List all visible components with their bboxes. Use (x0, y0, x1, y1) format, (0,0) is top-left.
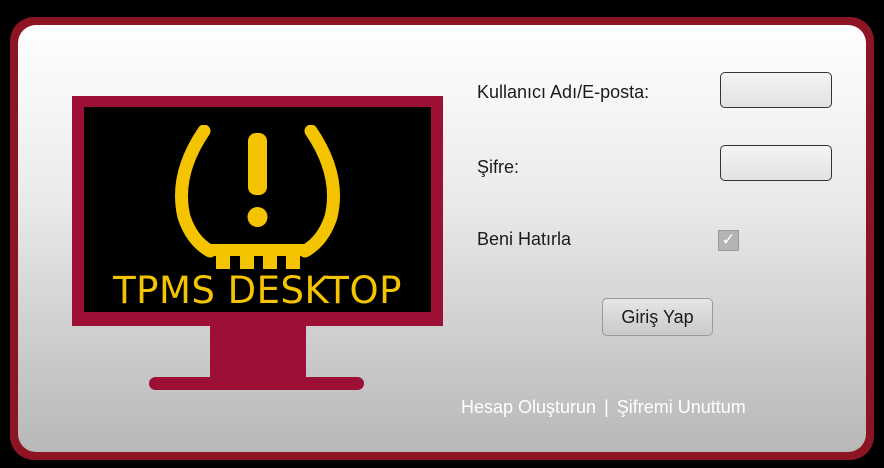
checkmark-icon: ✓ (721, 230, 736, 250)
monitor-stand-base (149, 377, 364, 390)
footer-links: Hesap Oluşturun | Şifremi Unuttum (461, 397, 746, 418)
login-window: TPMS DESKTOP Kullanıcı Adı/E-posta: Şifr… (10, 17, 874, 460)
create-account-link[interactable]: Hesap Oluşturun (461, 397, 596, 417)
password-input[interactable] (720, 145, 832, 181)
username-input[interactable] (720, 72, 832, 108)
login-button[interactable]: Giriş Yap (602, 298, 713, 336)
username-label: Kullanıcı Adı/E-posta: (477, 82, 650, 102)
monitor-screen: TPMS DESKTOP (84, 107, 431, 312)
forgot-password-link[interactable]: Şifremi Unuttum (617, 397, 746, 417)
logo-text: TPMS DESKTOP (113, 269, 402, 312)
login-panel: TPMS DESKTOP Kullanıcı Adı/E-posta: Şifr… (18, 25, 866, 452)
password-label: Şifre: (477, 157, 520, 177)
remember-me-checkbox[interactable]: ✓ (718, 230, 739, 251)
tire-pressure-warning-icon (175, 125, 340, 269)
remember-me-label: Beni Hatırla (477, 229, 572, 249)
monitor-stand-neck (210, 326, 306, 378)
monitor-logo: TPMS DESKTOP (72, 96, 443, 326)
link-separator: | (604, 397, 609, 417)
